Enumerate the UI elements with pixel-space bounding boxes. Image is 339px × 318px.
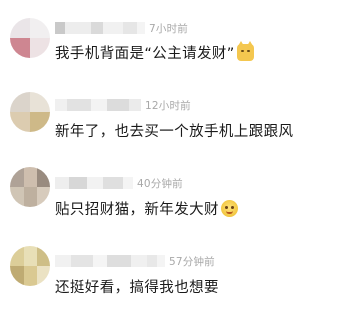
username-blurred[interactable] bbox=[55, 22, 145, 34]
comment-text: 新年了，也去买一个放手机上跟跟风 bbox=[55, 124, 294, 140]
comment-text-row: 我手机背面是“公主请发财” bbox=[55, 41, 254, 63]
username-blurred[interactable] bbox=[55, 99, 141, 111]
comment-text: 贴只招财猫，新年发大财 bbox=[55, 202, 219, 218]
comment-time: 12小时前 bbox=[145, 99, 191, 112]
avatar[interactable] bbox=[10, 246, 50, 286]
avatar[interactable] bbox=[10, 92, 50, 132]
comment-meta: 57分钟前 bbox=[55, 255, 215, 268]
comment-time: 40分钟前 bbox=[137, 177, 183, 190]
comment-text: 我手机背面是“公主请发财” bbox=[55, 46, 235, 62]
avatar[interactable] bbox=[10, 167, 50, 207]
avatar[interactable] bbox=[10, 18, 50, 58]
username-blurred[interactable] bbox=[55, 177, 133, 189]
smiling-face-emoji-icon bbox=[220, 200, 238, 217]
comment-text-row: 新年了，也去买一个放手机上跟跟风 bbox=[55, 120, 293, 141]
username-blurred[interactable] bbox=[55, 255, 165, 267]
comment-meta: 12小时前 bbox=[55, 99, 191, 112]
comment-time: 57分钟前 bbox=[169, 255, 215, 268]
comment-meta: 40分钟前 bbox=[55, 177, 183, 190]
comment-text: 还挺好看，搞得我也想要 bbox=[55, 280, 219, 296]
comment-text-row: 贴只招财猫，新年发大财 bbox=[55, 198, 238, 219]
cat-face-emoji-icon bbox=[236, 41, 254, 61]
comment-time: 7小时前 bbox=[149, 22, 188, 35]
comment-text-row: 还挺好看，搞得我也想要 bbox=[55, 276, 219, 297]
comment-meta: 7小时前 bbox=[55, 22, 188, 35]
